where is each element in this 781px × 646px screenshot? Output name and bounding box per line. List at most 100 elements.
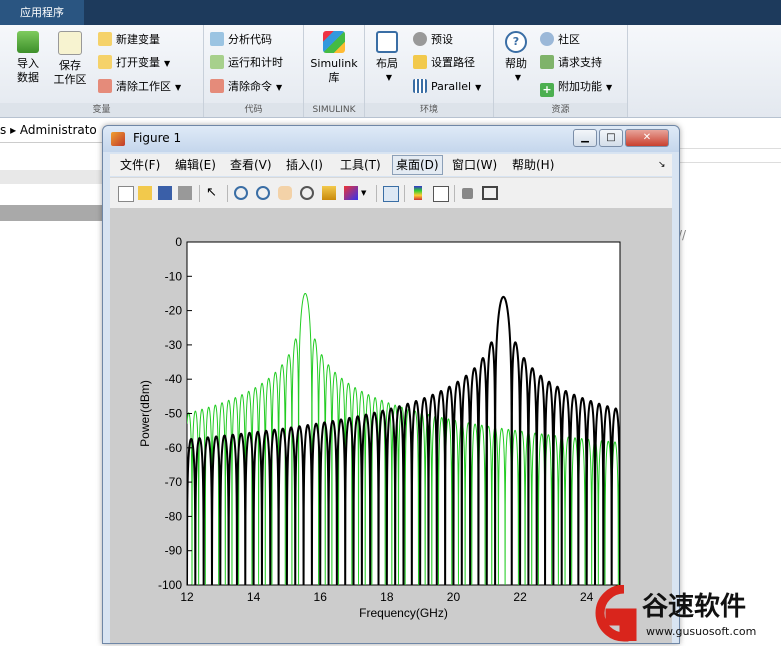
open-variable-button[interactable]: 打开变量 ▼ <box>98 53 170 73</box>
plus-icon: + <box>540 83 554 97</box>
zoom-in-icon[interactable] <box>234 186 248 200</box>
toolbar-separator <box>227 185 228 202</box>
tab-apps[interactable]: 应用程序 <box>0 0 84 25</box>
menu-help[interactable]: 帮助(H) <box>512 157 554 173</box>
clear-commands-button[interactable]: 清除命令 ▼ <box>210 77 282 97</box>
parallel-icon <box>413 79 427 93</box>
divider <box>678 162 781 163</box>
matlab-logo-icon <box>111 132 125 146</box>
request-support-button[interactable]: 请求支持 <box>540 53 602 73</box>
open-variable-icon <box>98 55 112 69</box>
help-button[interactable]: ? 帮助 ▼ <box>500 31 532 85</box>
legend-icon[interactable] <box>433 186 449 202</box>
maximize-button[interactable]: □ <box>599 129 623 147</box>
group-label-variable: 变量 <box>0 103 203 117</box>
x-tick-label: 12 <box>180 590 194 604</box>
chevron-down-icon[interactable]: ▼ <box>361 186 375 200</box>
side-panel-selected-row[interactable] <box>0 205 110 221</box>
new-variable-button[interactable]: 新建变量 <box>98 30 160 50</box>
menu-file[interactable]: 文件(F) <box>120 157 160 173</box>
figure-title-bar[interactable]: Figure 1 ▁ □ ✕ <box>103 126 679 152</box>
pan-hand-icon[interactable] <box>278 186 292 200</box>
clear-commands-icon <box>210 79 224 93</box>
layout-button[interactable]: 布局 ▼ <box>369 31 405 85</box>
chevron-down-icon: ▼ <box>606 83 613 92</box>
toolbar-separator <box>376 185 377 202</box>
dock-arrow-icon[interactable]: ↘ <box>658 157 666 173</box>
new-figure-icon[interactable] <box>118 186 134 202</box>
figure-toolbar: ↖ ▼ <box>110 177 672 209</box>
y-tick-label: -90 <box>165 544 183 558</box>
print-icon[interactable] <box>178 186 192 200</box>
x-tick-label: 20 <box>447 590 461 604</box>
close-button[interactable]: ✕ <box>625 129 669 147</box>
group-label-simulink: SIMULINK <box>304 103 364 117</box>
chevron-down-icon: ▼ <box>514 73 522 82</box>
save-icon[interactable] <box>158 186 172 200</box>
save-workspace-button[interactable]: 保存 工作区 <box>52 31 88 87</box>
chevron-down-icon: ▼ <box>475 83 482 92</box>
help-icon: ? <box>505 31 527 53</box>
preferences-label: 预设 <box>431 33 453 46</box>
menu-tools[interactable]: 工具(T) <box>340 157 381 173</box>
figure-window[interactable]: Figure 1 ▁ □ ✕ 文件(F) 编辑(E) 查看(V) 插入(I) 工… <box>102 125 680 644</box>
y-axis-label: Power(dBm) <box>138 380 152 447</box>
rotate-3d-icon[interactable] <box>300 186 314 200</box>
y-tick-label: -20 <box>165 304 183 318</box>
menu-window[interactable]: 窗口(W) <box>452 157 497 173</box>
command-window[interactable]: // <box>678 142 781 642</box>
x-tick-label: 14 <box>247 590 261 604</box>
y-tick-label: 0 <box>175 235 182 249</box>
pointer-icon[interactable]: ↖ <box>206 186 220 200</box>
new-variable-label: 新建变量 <box>116 33 160 46</box>
brush-icon[interactable] <box>344 186 358 200</box>
clear-workspace-button[interactable]: 清除工作区 ▼ <box>98 77 181 97</box>
link-plot-icon[interactable] <box>383 186 399 202</box>
data-cursor-icon[interactable] <box>322 186 336 200</box>
y-tick-label: -100 <box>158 578 182 592</box>
hide-plot-tools-icon[interactable] <box>462 188 473 199</box>
zoom-out-icon[interactable] <box>256 186 270 200</box>
open-variable-label: 打开变量 <box>116 56 160 69</box>
chevron-down-icon: ▼ <box>164 59 171 68</box>
group-label-environment: 环境 <box>365 103 493 117</box>
analyze-code-button[interactable]: 分析代码 <box>210 30 272 50</box>
toolbar-separator <box>454 185 455 202</box>
layout-label: 布局 <box>376 57 398 70</box>
gear-icon <box>413 32 427 46</box>
show-plot-tools-icon[interactable] <box>482 186 498 200</box>
menu-desktop[interactable]: 桌面(D) <box>392 155 443 175</box>
watermark-g-icon <box>595 584 637 642</box>
run-and-time-button[interactable]: 运行和计时 <box>210 53 283 73</box>
parallel-label: Parallel <box>431 80 472 93</box>
watermark-logo: 谷速软件 www.gusuosoft.com <box>584 584 781 642</box>
preferences-button[interactable]: 预设 <box>413 30 453 50</box>
import-data-button[interactable]: 导入 数据 <box>10 31 46 85</box>
spectrum-plot[interactable]: 12 14 16 18 20 22 240-10-20-30-40-50-60-70-80-… <box>110 208 672 643</box>
run-and-time-label: 运行和计时 <box>228 56 283 69</box>
toolbar-separator <box>199 185 200 202</box>
import-icon <box>17 31 39 53</box>
menu-edit[interactable]: 编辑(E) <box>175 157 216 173</box>
folder-icon <box>413 55 427 69</box>
set-path-label: 设置路径 <box>431 56 475 69</box>
menu-insert[interactable]: 插入(I) <box>286 157 323 173</box>
community-button[interactable]: 社区 <box>540 30 580 50</box>
toolbar-separator <box>404 185 405 202</box>
addons-label: 附加功能 <box>558 80 602 93</box>
y-tick-label: -10 <box>165 269 183 283</box>
parallel-button[interactable]: Parallel ▼ <box>413 77 481 97</box>
simulink-library-button[interactable]: Simulink 库 <box>308 31 360 85</box>
minimize-button[interactable]: ▁ <box>573 129 597 147</box>
community-label: 社区 <box>558 33 580 46</box>
addons-button[interactable]: + 附加功能 ▼ <box>540 77 612 97</box>
y-tick-label: -80 <box>165 509 183 523</box>
divider <box>678 148 781 149</box>
analyze-code-icon <box>210 32 224 46</box>
set-path-button[interactable]: 设置路径 <box>413 53 475 73</box>
colorbar-icon[interactable] <box>414 186 422 200</box>
simulink-label: Simulink 库 <box>310 57 358 84</box>
open-file-icon[interactable] <box>138 186 152 200</box>
y-tick-label: -30 <box>165 338 183 352</box>
menu-view[interactable]: 查看(V) <box>230 157 272 173</box>
